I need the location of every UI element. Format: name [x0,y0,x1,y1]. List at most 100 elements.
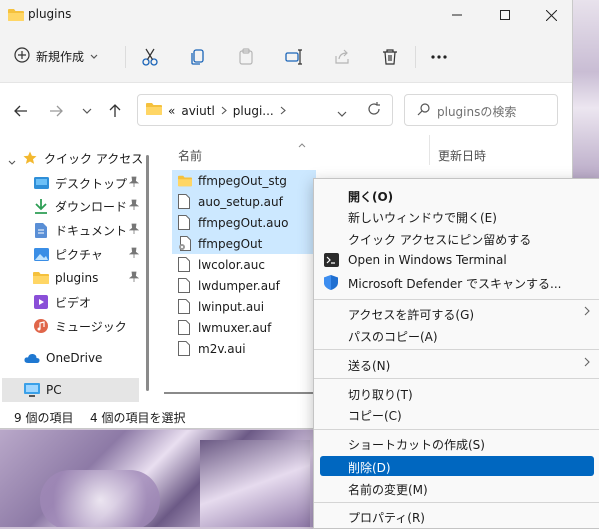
file-row[interactable]: lwmuxer.auf [172,317,316,338]
rename-icon[interactable] [283,46,305,68]
sidebar-item-pictures[interactable]: ピクチャ [33,242,141,266]
file-name: ffmpegOut.auo [198,215,289,230]
file-row[interactable]: lwdumper.auf [172,275,316,296]
folder-icon [146,102,162,119]
new-button-label: 新規作成 [36,49,85,64]
column-header-date[interactable]: 更新日時 [438,147,486,164]
folder-icon [178,173,192,189]
menu-item-delete[interactable]: 削除(D) [320,456,594,476]
menu-separator [314,349,599,350]
file-row[interactable]: lwcolor.auc [172,254,316,275]
file-row[interactable]: ffmpegOut.auo [172,212,316,233]
menu-item-label: Open in Windows Terminal [348,253,507,267]
video-icon [33,294,49,310]
file-name: lwmuxer.auf [198,320,272,335]
desktop-icon [33,175,49,191]
download-icon [33,198,49,214]
sidebar-item-label: ミュージック [55,319,127,334]
sidebar-item-videos[interactable]: ビデオ [33,290,141,314]
file-name: lwcolor.auc [198,257,265,272]
chevron-right-icon[interactable] [221,104,227,118]
address-bar[interactable]: « aviutl plugi... [137,94,393,126]
column-header-name[interactable]: 名前 [178,147,202,164]
sidebar-item-downloads[interactable]: ダウンロード [33,194,141,218]
horizontal-scrollbar[interactable] [164,385,314,394]
sidebar-scrollbar[interactable] [146,155,149,391]
menu-item-defender-scan[interactable]: Microsoft Defender でスキャンする... [320,272,594,292]
file-row[interactable]: lwinput.aui [172,296,316,317]
search-input[interactable]: pluginsの検索 [404,94,558,126]
column-divider[interactable] [429,135,430,165]
overflow-crumb[interactable]: « [168,104,175,118]
menu-item-label: パスのコピー(A) [348,330,438,344]
up-button[interactable] [104,100,126,122]
menu-item-properties[interactable]: プロパティ(R) [320,506,594,526]
chevron-right-icon[interactable] [280,104,286,118]
menu-item-create-shortcut[interactable]: ショートカットの作成(S) [320,433,594,453]
context-menu: 開く(O) 新しいウィンドウで開く(E) クイック アクセスにピン留めする Op… [313,178,599,529]
sidebar-item-desktop[interactable]: デスクトップ [33,171,141,195]
menu-item-open-new-window[interactable]: 新しいウィンドウで開く(E) [320,206,594,226]
more-options-icon[interactable] [428,46,450,68]
file-row[interactable]: ffmpegOut [172,233,316,254]
menu-item-copy-path[interactable]: パスのコピー(A) [320,325,594,345]
forward-button[interactable] [45,100,67,122]
maximize-button[interactable] [482,0,528,30]
file-row[interactable]: ffmpegOut_stg [172,170,316,191]
menu-item-send-to[interactable]: 送る(N) [320,354,594,374]
close-button[interactable] [528,0,574,30]
minimize-button[interactable] [434,0,480,30]
star-icon [22,150,38,166]
picture-icon [33,246,49,262]
sidebar-item-onedrive[interactable]: OneDrive [24,346,140,370]
menu-separator [314,429,599,430]
document-icon [33,222,49,238]
file-icon [178,341,192,357]
new-button[interactable]: 新規作成 [14,44,98,68]
window-title: plugins [28,7,72,21]
terminal-icon [324,253,340,269]
menu-item-label: プロパティ(R) [348,511,425,525]
defender-shield-icon [324,275,340,291]
sidebar-item-label: ダウンロード [55,199,128,214]
share-icon[interactable] [331,46,353,68]
menu-item-open[interactable]: 開く(O) [320,185,594,205]
cut-icon[interactable] [139,46,161,68]
menu-item-label: 削除(D) [348,461,391,475]
title-bar[interactable]: plugins [0,0,572,30]
sidebar-item-documents[interactable]: ドキュメント [33,218,141,242]
sidebar-item-pc[interactable]: PC [2,378,139,402]
menu-item-give-access[interactable]: アクセスを許可する(G) [320,303,594,323]
search-placeholder: pluginsの検索 [437,105,517,119]
recent-locations-button[interactable] [76,100,98,122]
menu-item-rename[interactable]: 名前の変更(M) [320,478,594,498]
chevron-down-icon[interactable] [8,154,16,168]
menu-item-cut[interactable]: 切り取り(T) [320,383,594,403]
sidebar-item-music[interactable]: ミュージック [33,314,141,338]
chevron-down-icon [90,49,98,63]
copy-icon[interactable] [187,46,209,68]
menu-item-copy[interactable]: コピー(C) [320,404,594,424]
paste-icon[interactable] [235,46,257,68]
file-name: lwinput.aui [198,299,265,314]
settings-file-icon [178,236,192,252]
sidebar-item-label: ピクチャ [55,247,103,262]
breadcrumb-aviutl[interactable]: aviutl [181,104,214,118]
sidebar-item-plugins[interactable]: plugins [33,266,141,290]
file-row[interactable]: m2v.aui [172,338,316,359]
file-icon [178,278,192,294]
refresh-icon[interactable] [367,102,381,119]
chevron-down-icon[interactable] [337,106,347,120]
file-row[interactable]: auo_setup.auf [172,191,316,212]
menu-item-label: アクセスを許可する(G) [348,308,475,322]
item-count: 9 個の項目 [14,411,74,425]
menu-item-pin-quick-access[interactable]: クイック アクセスにピン留めする [320,228,594,248]
breadcrumb-plugins[interactable]: plugi... [233,104,274,118]
sort-arrow-icon [298,137,306,151]
sidebar-item-quick-access[interactable]: クイック アクセス [8,146,162,170]
back-button[interactable] [10,100,32,122]
delete-icon[interactable] [379,46,401,68]
music-icon [33,318,49,334]
menu-item-open-terminal[interactable]: Open in Windows Terminal [320,250,594,270]
file-name: lwdumper.auf [198,278,280,293]
